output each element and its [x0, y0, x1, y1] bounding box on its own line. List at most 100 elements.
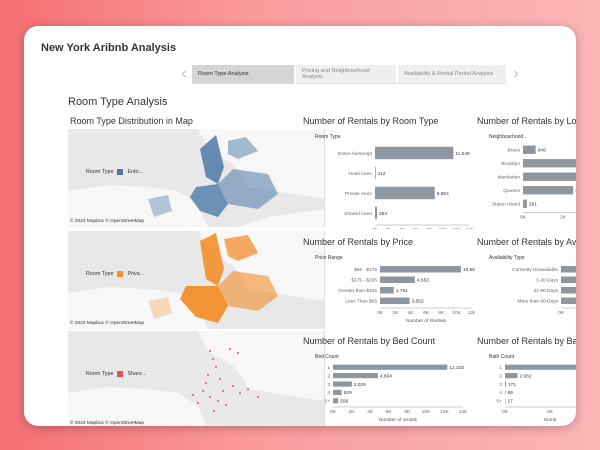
value-label: 12,310: [449, 365, 464, 371]
chart-location[interactable]: Neighbourhood.. Bronx 949 Brooklyn Manhattan…: [477, 129, 576, 229]
bar: [333, 364, 448, 370]
value-label: 11,549: [455, 151, 470, 157]
tick-label: 6K: [413, 227, 420, 229]
x-axis-title: Number of rentals: [379, 417, 418, 423]
category-label: 5+: [325, 399, 331, 405]
tick-label: 0K: [520, 215, 527, 221]
chart-room-type[interactable]: Room Type Entire home/apt 11,549 Hotel room…: [303, 129, 475, 241]
map-legend: Room Type Priva...: [86, 271, 144, 277]
story-tab-availability[interactable]: Availability & Rental Period Analysis: [398, 64, 506, 84]
x-axis-title: Number of Rentals: [406, 318, 447, 324]
chevron-right-icon[interactable]: ›: [508, 64, 524, 84]
bar: [375, 146, 454, 160]
category-label: 5+: [497, 399, 503, 405]
bar: [380, 276, 415, 284]
category-label: 2: [499, 373, 502, 379]
chart-bath-count[interactable]: Bath Count122,08231714695+170K5K10KNumb: [477, 349, 576, 426]
tick-label: 8K: [404, 409, 411, 415]
value-label: 291: [529, 202, 537, 208]
value-label: 17: [508, 399, 514, 405]
bar: [523, 199, 527, 208]
story-tab-pricing[interactable]: Pricing and Neighbourhood Analysis: [296, 64, 396, 84]
bar: [561, 297, 576, 305]
value-label: 293: [379, 211, 387, 217]
category-label: Bronx: [507, 148, 520, 154]
dashboard-card: New York Aribnb Analysis ‹ Room Type Ana…: [24, 26, 576, 426]
category-label: Less Than $65: [345, 299, 377, 305]
chart-svg: Bed Count 1 12,310 2 4,834 3 2,029 4 929 5+ 5560K 2…: [315, 354, 468, 423]
x-axis-title: Numb: [544, 417, 557, 423]
chevron-left-icon[interactable]: ‹: [176, 64, 192, 84]
value-label: 949: [538, 148, 546, 154]
app-title: New York Aribnb Analysis: [41, 42, 177, 54]
legend-title: Room Type: [86, 371, 114, 377]
value-label: 2,029: [354, 382, 366, 388]
chart-title-room-type: Number of Rentals by Room Type: [303, 116, 439, 126]
legend-value: Entir...: [127, 169, 143, 175]
value-label: 10,563: [463, 267, 475, 273]
category-header: Room Type: [315, 134, 341, 140]
map-credit: © 2024 Mapbox © OpenStreetMap: [70, 219, 145, 224]
chart-title-bed-count: Number of Rentals by Bed Count: [303, 336, 436, 346]
map-private-room[interactable]: Room Type Priva... © 2024 Mapbox © OpenS…: [68, 231, 325, 329]
category-label: Staten Island: [492, 202, 520, 208]
bar: [333, 372, 378, 379]
bar: [505, 364, 576, 370]
chart-bed-count[interactable]: Bed Count 1 12,310 2 4,834 3 2,029 4 929 5+ 556 0K 2…: [303, 349, 475, 426]
legend-swatch: [117, 169, 124, 175]
category-label: Private room: [345, 191, 372, 197]
map-legend: Room Type Share...: [86, 371, 146, 377]
tick-label: 10K: [422, 409, 431, 415]
bar: [523, 159, 576, 168]
bar: [505, 381, 507, 387]
category-label: Hotel room: [349, 171, 372, 177]
legend-title: Room Type: [86, 271, 114, 277]
bar: [333, 398, 339, 404]
tick-label: 0K: [372, 227, 379, 229]
category-header: Bed Count: [315, 354, 339, 360]
category-label: 4: [499, 390, 502, 396]
category-label: 1-30 Days: [536, 278, 558, 284]
bar: [375, 166, 376, 180]
bar: [380, 265, 461, 273]
value-label: 929: [344, 390, 352, 396]
dashboard-title: Room Type Analysis: [68, 96, 168, 108]
category-label: $65 - $175: [354, 267, 377, 273]
chart-svg: Neighbourhood.. Bronx 949 Brooklyn Manhattan…: [489, 134, 576, 221]
tick-label: 4K: [367, 409, 374, 415]
value-label: 3,852: [412, 299, 424, 305]
story-tab-room-type[interactable]: Room Type Analysis: [192, 64, 294, 84]
bar: [523, 145, 536, 154]
bar: [380, 286, 394, 294]
category-header: Neighbourhood..: [489, 134, 526, 140]
category-header: Bath Count: [489, 354, 515, 360]
bar: [505, 389, 506, 396]
bar: [505, 372, 518, 379]
map-credit: © 2024 Mapbox © OpenStreetMap: [70, 321, 145, 326]
category-label: Queens: [503, 188, 520, 194]
tick-label: 8K: [426, 227, 433, 229]
category-label: Entire home/apt: [338, 151, 373, 157]
value-label: 4,553: [417, 278, 429, 284]
chart-svg: Room Type Entire home/apt 11,549 Hotel room…: [315, 134, 475, 241]
chart-availability[interactable]: Availability Type Currently Unavailable 1-…: [477, 250, 576, 332]
tick-label: 12K: [468, 310, 475, 316]
category-label: 3: [499, 382, 502, 388]
category-label: Greater than $335: [338, 288, 377, 294]
bar: [333, 389, 342, 396]
tick-label: 6K: [386, 409, 393, 415]
legend-swatch: [117, 371, 124, 377]
bar: [380, 297, 410, 305]
tick-label: 0K: [502, 409, 509, 415]
value-label: 69: [508, 390, 514, 396]
value-label: 4,834: [380, 373, 392, 379]
story-navigator: ‹ Room Type Analysis Pricing and Neighbo…: [176, 64, 524, 84]
map-entire-home[interactable]: Room Type Entir... © 2024 Mapbox © OpenS…: [68, 129, 325, 227]
tick-label: 0K: [330, 409, 337, 415]
chart-price[interactable]: Price Range $65 - $175 10,563 $175 - $335 4,…: [303, 250, 478, 332]
chart-title-location: Number of Rentals by Loca: [477, 116, 576, 126]
chart-title-price: Number of Rentals by Price: [303, 237, 414, 247]
bar: [375, 186, 435, 200]
map-shared-room[interactable]: Room Type Share... © 2024 Mapbox © OpenS…: [68, 331, 325, 426]
value-label: 1,791: [396, 288, 408, 294]
